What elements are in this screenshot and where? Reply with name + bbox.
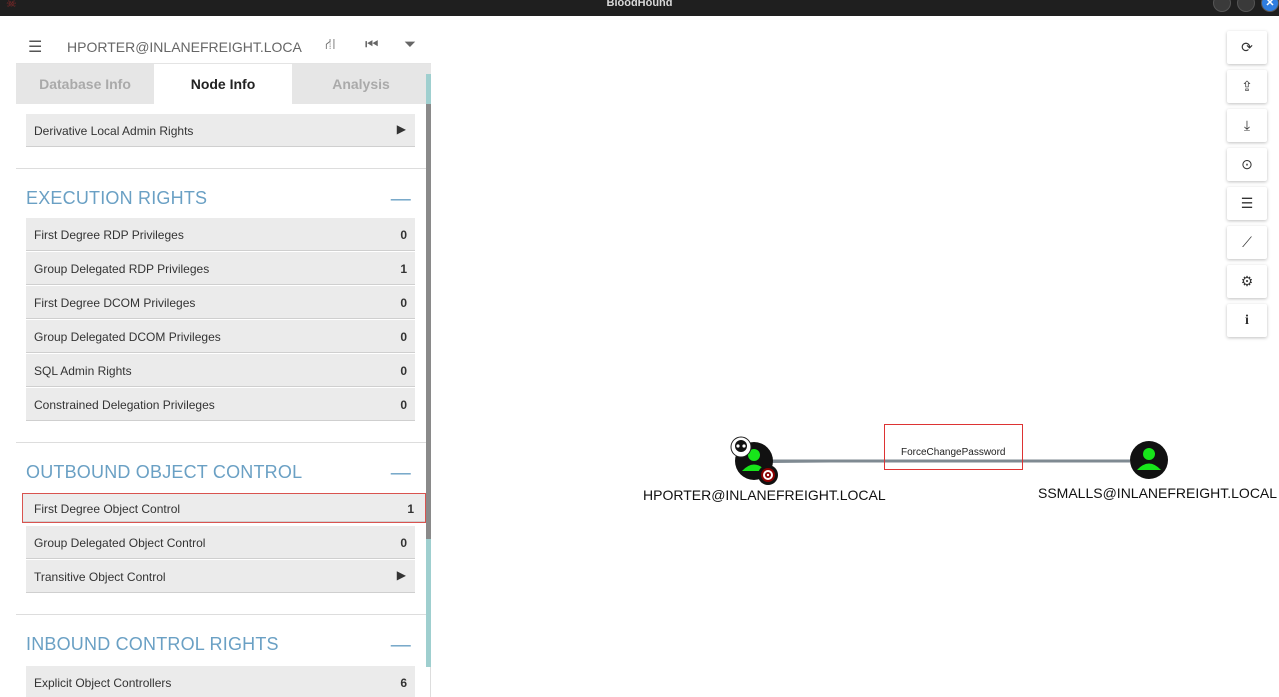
high-value-skull-icon [730,436,752,458]
node-hporter[interactable] [730,436,778,485]
node-label-target[interactable]: SSMALLS@INLANEFREIGHT.LOCAL [1038,485,1277,501]
owned-target-icon [758,465,778,485]
node-label-source[interactable]: HPORTER@INLANEFREIGHT.LOCAL [643,487,886,503]
edge-label[interactable]: ForceChangePassword [901,447,1006,458]
node-ssmalls[interactable] [1130,441,1168,479]
graph-canvas[interactable] [0,0,1279,697]
